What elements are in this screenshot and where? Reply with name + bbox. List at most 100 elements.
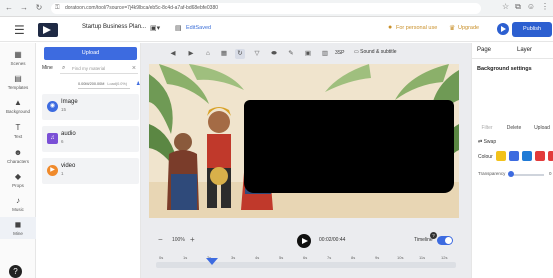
- ruler-tick: 0s: [159, 255, 164, 260]
- hamburger-menu-icon[interactable]: ☰: [14, 23, 25, 37]
- rotate-icon[interactable]: ↻: [235, 49, 245, 59]
- rail-label: Mine: [13, 231, 23, 236]
- color-swatch-darkblue[interactable]: [522, 151, 532, 161]
- redo-icon[interactable]: ▶: [186, 49, 196, 59]
- star-icon[interactable]: ☆: [502, 2, 509, 12]
- image-folder-icon: ◉: [47, 101, 58, 112]
- transparency-label: Transparency: [478, 171, 506, 176]
- upgrade-button[interactable]: Upgrade: [458, 25, 479, 31]
- home-icon[interactable]: ⌂: [203, 49, 213, 59]
- color-swatch-red-2[interactable]: [548, 151, 553, 161]
- filter-icon[interactable]: ▽: [252, 49, 262, 59]
- filter-button[interactable]: Filter: [476, 123, 498, 133]
- music-icon: ♪: [16, 196, 20, 205]
- search-input[interactable]: ⌕ Find my material ×: [60, 63, 138, 74]
- media-folder-image[interactable]: ◉ Image 15: [42, 94, 139, 120]
- menu-dots-icon[interactable]: ⋮: [541, 2, 549, 12]
- undo-icon[interactable]: ◀: [168, 49, 178, 59]
- swap-button[interactable]: ⇄ Swap: [478, 139, 496, 145]
- black-overlay-shape[interactable]: [244, 100, 454, 193]
- preview-play-button[interactable]: [497, 23, 509, 35]
- color-swatch-red[interactable]: [535, 151, 545, 161]
- save-icon[interactable]: ▤: [175, 24, 182, 32]
- project-title[interactable]: Startup Business Plan...: [82, 24, 146, 30]
- ruler-tick: 3s: [231, 255, 236, 260]
- rail-item-background[interactable]: ▲ Background: [0, 98, 36, 114]
- tab-layer[interactable]: Layer: [517, 47, 532, 53]
- personal-use-link[interactable]: For personal use: [396, 25, 437, 31]
- pen-icon[interactable]: ✎: [286, 49, 296, 59]
- transparency-slider-thumb[interactable]: [508, 171, 514, 177]
- tab-divider: [472, 58, 553, 59]
- media-folder-audio[interactable]: ♫ audio 6: [42, 126, 139, 152]
- layers-icon[interactable]: ▥: [320, 49, 330, 59]
- upload-button[interactable]: Upload: [44, 47, 137, 60]
- playhead[interactable]: [206, 258, 218, 265]
- rail-item-music[interactable]: ♪ Music: [0, 196, 36, 212]
- crop-icon[interactable]: ▣: [303, 49, 313, 59]
- address-bar[interactable]: ⚿ doratoon.com/tool/?source=7j4k9lbca/eb…: [51, 2, 481, 14]
- canvas-toolbar: ◀ ▶ ⌂ ▦ ↻ ▽ ⬬ ✎ ▣ ▥ 3SP ▭ Sound & subtit…: [152, 49, 462, 63]
- storage-link[interactable]: Load(0.0%): [107, 82, 127, 86]
- camera-icon[interactable]: ⬬: [269, 49, 279, 59]
- props-icon: ◆: [14, 172, 22, 181]
- ruler-tick: 4s: [255, 255, 260, 260]
- reload-icon[interactable]: ↻: [33, 2, 45, 14]
- rail-item-templates[interactable]: ▤ Templates: [0, 74, 36, 90]
- ruler-tick: 10s: [397, 255, 404, 260]
- swap-label: Swap: [483, 139, 497, 145]
- publish-button[interactable]: Publish: [512, 22, 552, 37]
- rail-item-text[interactable]: T Text: [0, 123, 36, 139]
- upload-bg-button[interactable]: Upload: [530, 123, 553, 133]
- rail-item-mine[interactable]: ◼ Mine: [0, 217, 36, 239]
- timeline-toggle[interactable]: [437, 236, 453, 245]
- rail-label: Background: [5, 109, 31, 114]
- help-icon[interactable]: ?: [9, 265, 22, 278]
- transparency-slider[interactable]: [510, 174, 544, 176]
- grid-icon[interactable]: ▦: [219, 49, 229, 59]
- zoom-in-icon[interactable]: +: [190, 235, 195, 244]
- close-icon[interactable]: ×: [132, 63, 136, 74]
- color-swatch-yellow[interactable]: [496, 151, 506, 161]
- url-text: doratoon.com/tool/?source=7j4k9lbca/eb5c…: [65, 4, 219, 11]
- back-icon[interactable]: ←: [3, 2, 15, 14]
- timeline-help-icon[interactable]: ?: [430, 232, 437, 239]
- tab-page[interactable]: Page: [477, 47, 491, 53]
- forward-icon[interactable]: →: [18, 2, 30, 14]
- background-settings-heading: Background settings: [477, 66, 532, 72]
- timeline-track[interactable]: [156, 262, 456, 268]
- rail-item-props[interactable]: ◆ Props: [0, 172, 36, 188]
- tab-mine[interactable]: Mine: [42, 65, 53, 71]
- background-preview: [476, 76, 553, 121]
- ruler-tick: 12s: [441, 255, 448, 260]
- folder-label: video: [61, 163, 76, 169]
- background-icon: ▲: [14, 98, 22, 107]
- media-folder-video[interactable]: ▶ video 1: [42, 158, 139, 184]
- zoom-level[interactable]: 100%: [172, 237, 185, 243]
- folder-count: 1: [61, 171, 64, 176]
- playback-bar: − 100% + 00:02/00:44 Timeline: [156, 233, 466, 249]
- publish-label: Publish: [522, 26, 542, 32]
- storage-person-icon[interactable]: ♟: [136, 81, 140, 87]
- rail-item-characters[interactable]: ☻ Characters: [0, 148, 36, 164]
- ruler-tick: 5s: [279, 255, 284, 260]
- app-logo[interactable]: [38, 23, 58, 37]
- timeline-label: Timeline: [414, 237, 433, 243]
- storage-info: 0.00M/200.00M Load(0.0%): [78, 82, 130, 89]
- rail-label: Scenes: [10, 61, 26, 66]
- audio-folder-icon: ♫: [47, 133, 58, 144]
- toolbar-3sp[interactable]: 3SP: [335, 50, 344, 56]
- ruler-tick: 1s: [183, 255, 188, 260]
- extensions-icon[interactable]: ⧉: [515, 2, 521, 12]
- rail-item-scenes[interactable]: ▦ Scenes: [0, 50, 36, 66]
- aspect-ratio-icon[interactable]: ▣▾: [150, 24, 160, 32]
- sound-subtitle-button[interactable]: ▭ Sound & subtitle: [354, 49, 397, 55]
- delete-button[interactable]: Delete: [502, 123, 526, 133]
- crown-icon: ●: [388, 24, 393, 31]
- ruler-tick: 7s: [327, 255, 332, 260]
- zoom-out-icon[interactable]: −: [158, 235, 163, 244]
- play-button[interactable]: [297, 234, 311, 248]
- color-swatch-blue[interactable]: [509, 151, 519, 161]
- time-readout: 00:02/00:44: [319, 237, 346, 243]
- profile-icon[interactable]: ☺: [527, 2, 535, 12]
